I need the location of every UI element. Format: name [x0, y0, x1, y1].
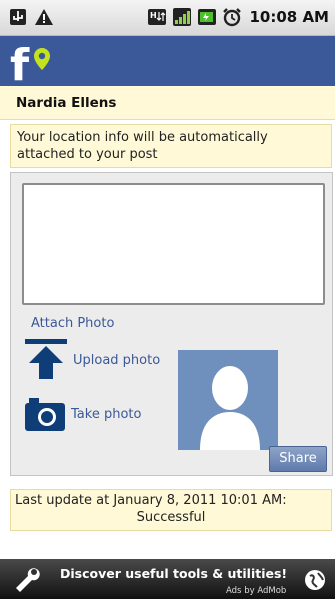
share-button[interactable]: Share	[269, 446, 327, 472]
attach-photo-label: Attach Photo	[31, 316, 115, 331]
app-header: f	[0, 36, 335, 86]
location-info-text: Your location info will be automatically…	[17, 130, 268, 162]
location-info-notice: Your location info will be automatically…	[10, 124, 332, 168]
status-bar: H 10:08 AM	[0, 0, 335, 36]
clock-time: 10:08 AM	[249, 8, 329, 26]
post-text-input[interactable]	[22, 183, 325, 305]
last-update-status: Successful	[136, 510, 206, 525]
ad-text[interactable]: Discover useful tools & utilities!	[60, 566, 287, 581]
globe-icon	[305, 570, 325, 590]
facebook-places-logo[interactable]: f	[8, 40, 56, 84]
post-panel: Attach Photo Upload photo Take photo Sha…	[10, 172, 333, 476]
ad-attribution: Ads by AdMob	[226, 586, 287, 596]
upload-photo-button[interactable]: Upload photo	[23, 337, 173, 381]
alarm-icon	[223, 8, 242, 27]
upload-arrow-icon	[25, 339, 67, 379]
svg-text:H: H	[150, 11, 157, 20]
upload-photo-label: Upload photo	[73, 353, 161, 368]
svg-text:f: f	[10, 40, 30, 84]
ad-banner[interactable]: Discover useful tools & utilities! Ads b…	[0, 559, 335, 599]
last-update-time: Last update at January 8, 2011 10:01 AM:	[15, 493, 287, 508]
warning-icon	[35, 9, 53, 25]
take-photo-label: Take photo	[71, 407, 142, 422]
user-name-bar: Nardia Ellens	[0, 86, 335, 120]
user-name: Nardia Ellens	[16, 95, 117, 111]
take-photo-button[interactable]: Take photo	[23, 395, 173, 433]
usb-icon	[10, 9, 26, 25]
camera-icon	[25, 398, 65, 431]
signal-icon	[173, 8, 192, 26]
photo-placeholder-avatar[interactable]	[178, 350, 278, 450]
person-silhouette-icon	[200, 366, 260, 450]
battery-icon	[198, 9, 217, 25]
wrench-icon	[16, 568, 40, 592]
last-update-notice: Last update at January 8, 2011 10:01 AM:…	[10, 489, 332, 531]
h-network-icon: H	[148, 9, 167, 25]
